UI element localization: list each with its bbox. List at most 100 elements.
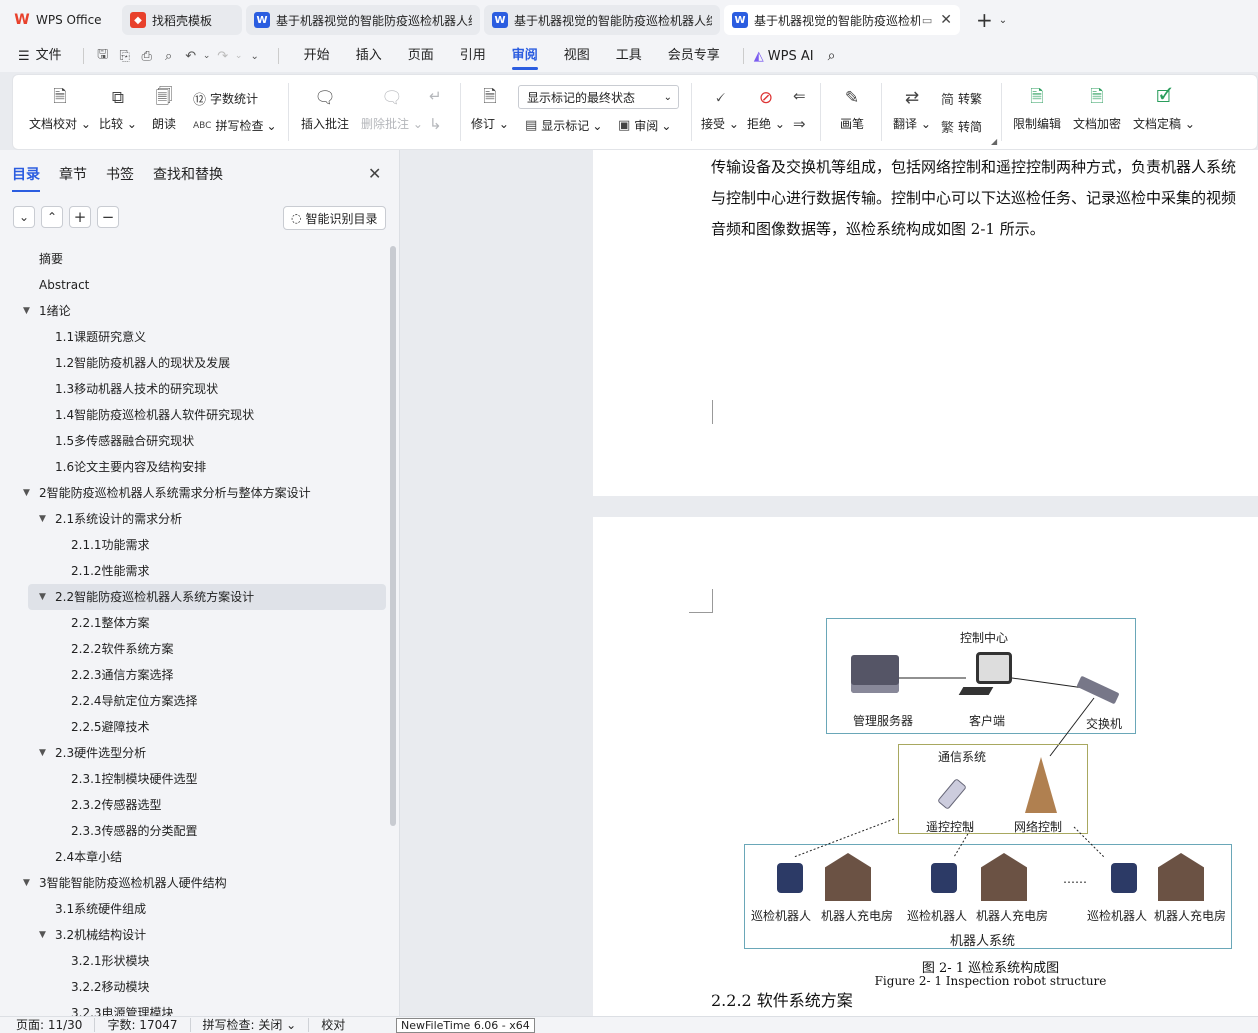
undo-icon[interactable]: ↶: [180, 49, 202, 64]
toc-item[interactable]: 3.2.3电源管理模块: [0, 1000, 390, 1016]
toc-item[interactable]: 3.2.2移动模块: [0, 974, 390, 1000]
toc-item[interactable]: 2.1.2性能需求: [0, 558, 390, 584]
expand-icon[interactable]: ◢: [991, 137, 997, 146]
tab-chapters[interactable]: 章节: [59, 164, 87, 192]
toc-item[interactable]: 2.3.1控制模块硬件选型: [0, 766, 390, 792]
menu-insert[interactable]: 插入: [343, 40, 395, 72]
tab-docer-templates[interactable]: ◆ 找稻壳模板: [122, 5, 242, 35]
to-simplified-button[interactable]: 繁转简: [941, 117, 982, 136]
insert-comment-button[interactable]: 🗨 插入批注: [301, 85, 349, 132]
file-menu[interactable]: 文件: [30, 40, 75, 72]
toc-item[interactable]: 2.1.1功能需求: [0, 532, 390, 558]
compare-button[interactable]: ⧉ 比较 ⌄: [99, 85, 137, 132]
toc-item[interactable]: Abstract: [0, 272, 390, 298]
search-icon[interactable]: ⌕: [828, 48, 836, 64]
tab-find-replace[interactable]: 查找和替换: [153, 164, 223, 192]
toc-item[interactable]: 1.6论文主要内容及结构安排: [0, 454, 390, 480]
next-comment-icon[interactable]: ↳: [429, 115, 442, 133]
close-icon[interactable]: ✕: [940, 12, 952, 28]
restrict-edit-button[interactable]: 🗎 限制编辑: [1013, 85, 1061, 132]
expand-arrow-icon[interactable]: ▼: [39, 506, 46, 532]
toc-item[interactable]: 3.2.1形状模块: [0, 948, 390, 974]
previous-change-icon[interactable]: ⇐: [793, 87, 806, 105]
toc-item[interactable]: 1.1课题研究意义: [0, 324, 390, 350]
toc-item[interactable]: ▼ 3智能智能防疫巡检机器人硬件结构: [0, 870, 390, 896]
toc-item[interactable]: ▼ 2.2智能防疫巡检机器人系统方案设计: [28, 584, 386, 610]
pen-button[interactable]: ✎ 画笔: [839, 85, 865, 132]
revise-button[interactable]: 🗎 修订 ⌄: [471, 85, 509, 132]
proofread-indicator[interactable]: 校对: [309, 1018, 357, 1032]
print-icon[interactable]: ⎙: [136, 49, 158, 64]
page-indicator[interactable]: 页面: 11/30: [0, 1018, 96, 1032]
encrypt-button[interactable]: 🗎 文档加密: [1073, 85, 1121, 132]
accept-button[interactable]: 🗸 接受 ⌄: [701, 85, 739, 132]
toc-item[interactable]: 2.4本章小结: [0, 844, 390, 870]
expand-arrow-icon[interactable]: ▼: [23, 298, 30, 324]
collapse-up-button[interactable]: ⌃: [41, 206, 63, 228]
toc-item[interactable]: 摘要: [0, 246, 390, 272]
new-tab-button[interactable]: +: [976, 8, 993, 32]
toc-item[interactable]: 3.1系统硬件组成: [0, 896, 390, 922]
share-icon[interactable]: ⎘: [114, 49, 136, 64]
more-icon[interactable]: ⌄: [244, 51, 266, 62]
toc-scrollbar[interactable]: [390, 246, 396, 826]
toc-item[interactable]: 2.2.2软件系统方案: [0, 636, 390, 662]
show-markup-button[interactable]: ▤ 显示标记 ⌄: [525, 117, 602, 134]
tab-document-1[interactable]: W 基于机器视觉的智能防疫巡检机器人综: [246, 5, 480, 35]
menu-page[interactable]: 页面: [395, 40, 447, 72]
menu-tools[interactable]: 工具: [603, 40, 655, 72]
remove-heading-button[interactable]: −: [97, 206, 119, 228]
expand-arrow-icon[interactable]: ▼: [23, 480, 30, 506]
menu-member[interactable]: 会员专享: [655, 40, 733, 72]
markup-state-select[interactable]: 显示标记的最终状态 ⌄: [518, 85, 679, 109]
toc-item[interactable]: 1.4智能防疫巡检机器人软件研究现状: [0, 402, 390, 428]
tab-document-active[interactable]: W 基于机器视觉的智能防疫巡检机 ▭ ✕: [724, 5, 960, 35]
to-traditional-button[interactable]: 简转繁: [941, 89, 982, 108]
expand-arrow-icon[interactable]: ▼: [39, 922, 46, 948]
finalize-button[interactable]: 🗹 文档定稿 ⌄: [1133, 85, 1195, 132]
tab-document-2[interactable]: W 基于机器视觉的智能防疫巡检机器人综: [484, 5, 720, 35]
toc-item[interactable]: ▼ 2.1系统设计的需求分析: [0, 506, 390, 532]
chevron-down-icon[interactable]: ⌄: [999, 15, 1007, 26]
read-aloud-button[interactable]: 🗐 朗读: [151, 85, 177, 132]
toc-item[interactable]: ▼ 2智能防疫巡检机器人系统需求分析与整体方案设计: [0, 480, 390, 506]
spell-check-button[interactable]: ABC 拼写检查 ⌄: [193, 117, 277, 134]
delete-comment-button[interactable]: 🗨 删除批注 ⌄: [361, 85, 423, 132]
reject-button[interactable]: ⊘ 拒绝 ⌄: [747, 85, 785, 132]
smart-toc-button[interactable]: ◌ 智能识别目录: [283, 206, 386, 230]
word-count-button[interactable]: ⑫ 字数统计: [193, 89, 258, 108]
toc-item[interactable]: 2.2.1整体方案: [0, 610, 390, 636]
menu-references[interactable]: 引用: [447, 40, 499, 72]
menu-view[interactable]: 视图: [551, 40, 603, 72]
tab-wps-office[interactable]: W WPS Office: [6, 5, 118, 35]
toc-item[interactable]: 1.5多传感器融合研究现状: [0, 428, 390, 454]
proofread-button[interactable]: 🗎 文档校对 ⌄: [29, 85, 91, 132]
expand-down-button[interactable]: ⌄: [13, 206, 35, 228]
next-change-icon[interactable]: ⇒: [793, 115, 806, 133]
print-preview-icon[interactable]: ⌕: [158, 49, 180, 64]
toc-item[interactable]: 2.2.5避障技术: [0, 714, 390, 740]
word-count-indicator[interactable]: 字数: 17047: [95, 1018, 191, 1032]
toc-item[interactable]: 2.3.3传感器的分类配置: [0, 818, 390, 844]
tab-bookmarks[interactable]: 书签: [106, 164, 134, 192]
toc-item[interactable]: 2.3.2传感器选型: [0, 792, 390, 818]
wps-ai-button[interactable]: WPS AI: [768, 49, 814, 64]
menu-home[interactable]: 开始: [291, 40, 343, 72]
review-pane-button[interactable]: ▣ 审阅 ⌄: [618, 117, 671, 134]
toc-item[interactable]: 1.2智能防疫机器人的现状及发展: [0, 350, 390, 376]
toc-item[interactable]: ▼ 2.3硬件选型分析: [0, 740, 390, 766]
chevron-down-icon[interactable]: ⌄: [202, 51, 212, 61]
translate-button[interactable]: ⇄ 翻译 ⌄: [893, 85, 931, 132]
toc-item[interactable]: 2.2.4导航定位方案选择: [0, 688, 390, 714]
close-icon[interactable]: ✕: [368, 164, 381, 183]
chevron-down-icon[interactable]: ⌄: [234, 51, 244, 61]
previous-comment-icon[interactable]: ↵: [429, 87, 442, 105]
hamburger-icon[interactable]: ☰: [18, 49, 30, 64]
toc-item[interactable]: 2.2.3通信方案选择: [0, 662, 390, 688]
menu-review[interactable]: 审阅: [499, 40, 551, 72]
add-heading-button[interactable]: +: [69, 206, 91, 228]
toc-item[interactable]: 1.3移动机器人技术的研究现状: [0, 376, 390, 402]
tab-toc[interactable]: 目录: [12, 164, 40, 192]
save-icon[interactable]: 🖫: [92, 45, 114, 67]
monitor-icon[interactable]: ▭: [922, 14, 932, 27]
